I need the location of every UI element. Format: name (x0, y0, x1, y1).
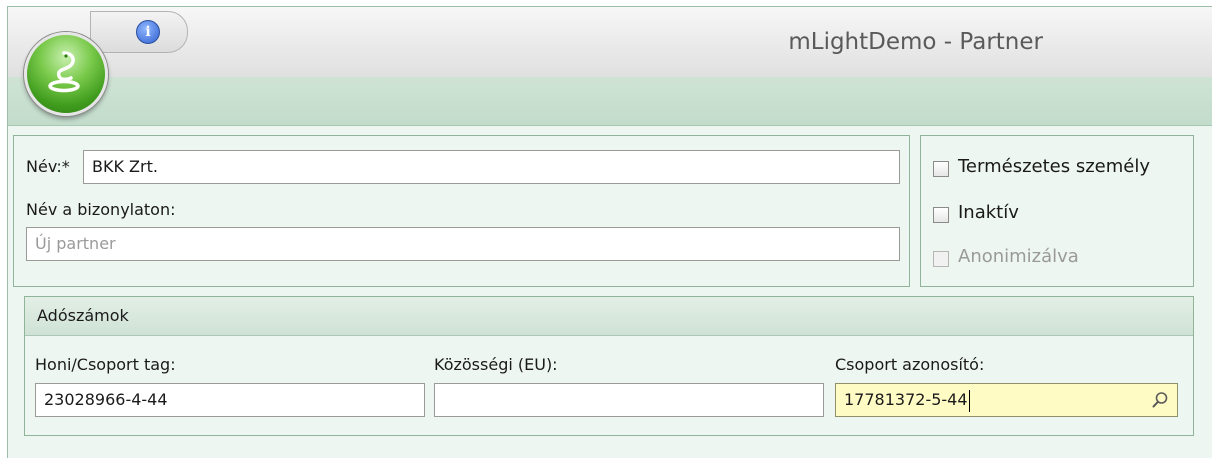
domestic-tax-label: Honi/Csoport tag: (35, 355, 176, 374)
doc-name-label: Név a bizonylaton: (26, 200, 176, 219)
doc-name-input[interactable]: Új partner (26, 227, 900, 261)
tax-numbers-title: Adószámok (37, 306, 129, 325)
app-menu-button[interactable] (24, 32, 108, 116)
eu-tax-label: Közösségi (EU): (434, 355, 558, 374)
window-title: mLightDemo - Partner (788, 29, 1043, 55)
name-input[interactable]: BKK Zrt. (83, 150, 900, 184)
inactive-checkbox[interactable] (933, 207, 949, 223)
snake-logo-icon (48, 51, 80, 93)
title-bar: mLightDemo - Partner (8, 7, 1212, 78)
name-label: Név:* (26, 157, 70, 176)
info-icon[interactable]: i (136, 20, 160, 44)
natural-person-label[interactable]: Természetes személy (958, 156, 1150, 177)
group-id-value: 17781372-5-44 (844, 390, 968, 409)
tax-numbers-header: Adószámok (25, 297, 1193, 336)
search-icon[interactable] (1151, 391, 1169, 409)
anonymized-checkbox (933, 251, 949, 267)
group-id-label: Csoport azonosító: (835, 355, 985, 374)
anonymized-label: Anonimizálva (958, 246, 1079, 267)
eu-tax-input[interactable] (434, 383, 824, 417)
inactive-label[interactable]: Inaktív (958, 202, 1019, 223)
options-group: Természetes személy Inaktív Anonimizálva (920, 135, 1194, 287)
name-group: Név:* BKK Zrt. Név a bizonylaton: Új par… (13, 135, 910, 287)
domestic-tax-input[interactable]: 23028966-4-44 (35, 383, 425, 417)
text-caret (968, 389, 970, 412)
tax-numbers-group: Adószámok Honi/Csoport tag: 23028966-4-4… (24, 296, 1194, 436)
group-id-input[interactable]: 17781372-5-44 (835, 383, 1178, 417)
ribbon-bar (8, 77, 1212, 126)
partner-window: mLightDemo - Partner i Név:* BKK Zrt. Né… (7, 6, 1212, 458)
info-tab[interactable]: i (90, 11, 188, 53)
natural-person-checkbox[interactable] (933, 161, 949, 177)
